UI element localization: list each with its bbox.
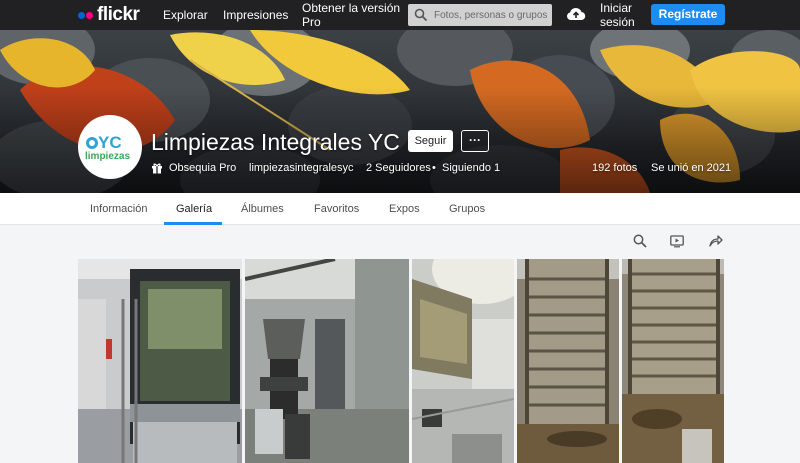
more-options-button[interactable]: ··· [461, 130, 489, 152]
tab-information[interactable]: Información [90, 203, 147, 215]
oven-rack-2-photo [622, 259, 724, 463]
following-link[interactable]: Siguiendo 1 [442, 162, 500, 175]
photo-tile[interactable] [245, 259, 409, 463]
search-icon [414, 8, 428, 22]
photo-tile[interactable] [622, 259, 724, 463]
logo-wordmark: flickr [97, 4, 140, 25]
photo-tile[interactable] [78, 259, 242, 463]
gift-pro-link[interactable]: Obsequia Pro [169, 162, 236, 175]
upload-cloud-icon[interactable] [566, 6, 586, 22]
search-box[interactable] [408, 4, 552, 26]
photo-tile[interactable] [517, 259, 619, 463]
coffee-grinder-photo [245, 259, 409, 463]
nav-get-pro-link[interactable]: Obtener la versión Pro [302, 1, 402, 29]
profile-name: Limpiezas Integrales YC [151, 129, 400, 155]
share-icon[interactable] [709, 234, 723, 248]
meta-separator: • [432, 162, 436, 174]
oven-rack-photo [517, 259, 619, 463]
search-input[interactable] [434, 7, 548, 23]
photo-count: 192 fotos [592, 162, 638, 174]
logo-blue-dot [78, 11, 85, 19]
tab-gallery[interactable]: Galería [176, 203, 212, 215]
logo-pink-dot [86, 11, 93, 19]
username: limpiezasintegralesyc [249, 162, 354, 174]
extractor-hood-photo [412, 259, 514, 463]
profile-tabs: Información Galería Álbumes Favoritos Ex… [0, 193, 800, 225]
login-link[interactable]: Iniciar sesión [600, 1, 640, 29]
avatar[interactable]: YC limpiezas [78, 115, 142, 179]
tab-galleries[interactable]: Expos [389, 203, 420, 215]
gift-icon [152, 163, 162, 174]
active-tab-indicator [164, 222, 222, 225]
tab-favorites[interactable]: Favoritos [314, 203, 359, 215]
tab-groups[interactable]: Grupos [449, 203, 485, 215]
avatar-text-top: YC [98, 133, 122, 152]
slideshow-icon[interactable] [670, 234, 684, 248]
search-icon[interactable] [633, 234, 647, 248]
joined-date: Se unió en 2021 [651, 162, 732, 174]
top-nav: flickr Explorar Impresiones Obtener la v… [0, 0, 800, 30]
flickr-logo[interactable]: flickr [78, 4, 140, 25]
nav-prints-link[interactable]: Impresiones [223, 8, 288, 22]
signup-button[interactable]: Regístrate [651, 4, 725, 25]
nav-explore-link[interactable]: Explorar [163, 8, 208, 22]
follow-button[interactable]: Seguir [408, 130, 453, 152]
photo-tile[interactable] [412, 259, 514, 463]
oven-photo [78, 259, 242, 463]
photo-grid [78, 259, 724, 463]
tab-albums[interactable]: Álbumes [241, 203, 284, 215]
avatar-text-bottom: limpiezas [85, 151, 130, 162]
avatar-logo: YC limpiezas [85, 133, 130, 162]
followers-link[interactable]: 2 Seguidores [366, 162, 431, 175]
